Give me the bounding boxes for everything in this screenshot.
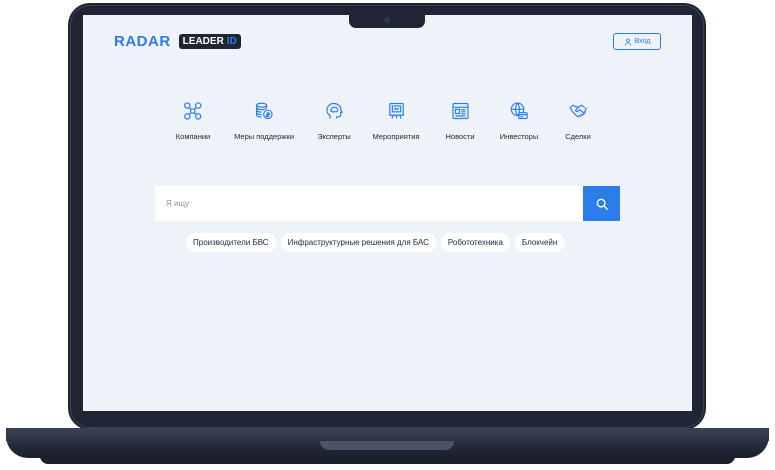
user-icon [624,38,631,46]
category-investors[interactable]: Инвесторы [500,101,538,141]
category-label: Инвесторы [499,132,539,141]
globe-card-icon [510,102,528,120]
tag-chip[interactable]: Робототехника [440,233,510,252]
category-nav: Компании Меры поддержки Эксперты Меропри… [83,101,692,151]
logo-badge: LEADER ID [178,34,241,49]
tag-chip[interactable]: Блокчейн [514,233,565,252]
coins-icon [255,102,273,120]
category-label: Новости [445,132,475,141]
category-label: Меры поддержки [234,132,294,141]
category-label: Компании [175,132,211,141]
brain-head-icon [326,102,343,119]
suggested-tags: Производители БВС Инфраструктурные решен… [186,233,565,252]
category-events[interactable]: Мероприятия [372,101,420,141]
login-button[interactable]: Вход [613,33,661,50]
category-experts[interactable]: Эксперты [317,101,351,141]
category-companies[interactable]: Компании [176,101,210,141]
screen: RADAR LEADER ID Вход Компании Меры подде… [83,15,692,411]
logo-text: RADAR [114,33,171,50]
logo-badge-main: LEADER [182,36,224,47]
news-icon [451,102,469,120]
search-input[interactable] [155,186,583,221]
category-deals[interactable]: Сделки [565,101,591,141]
drone-icon [184,102,202,120]
tag-chip[interactable]: Инфраструктурные решения для БАС [280,233,436,252]
search-icon [596,198,608,210]
category-support[interactable]: Меры поддержки [234,101,294,141]
category-label: Эксперты [317,132,351,141]
camera-icon [384,17,390,23]
category-label: Мероприятия [372,132,420,141]
tag-chip[interactable]: Производители БВС [186,233,276,252]
handshake-icon [569,104,587,118]
category-news[interactable]: Новости [445,101,475,141]
search-button[interactable] [583,186,620,221]
category-label: Сделки [565,132,591,141]
logo[interactable]: RADAR LEADER ID [114,33,241,50]
search-bar [155,186,620,221]
login-label: Вход [634,38,651,45]
laptop-foot [40,456,735,464]
event-board-icon [388,102,404,119]
laptop-hinge-notch [320,441,454,450]
logo-badge-accent: ID [226,36,237,47]
